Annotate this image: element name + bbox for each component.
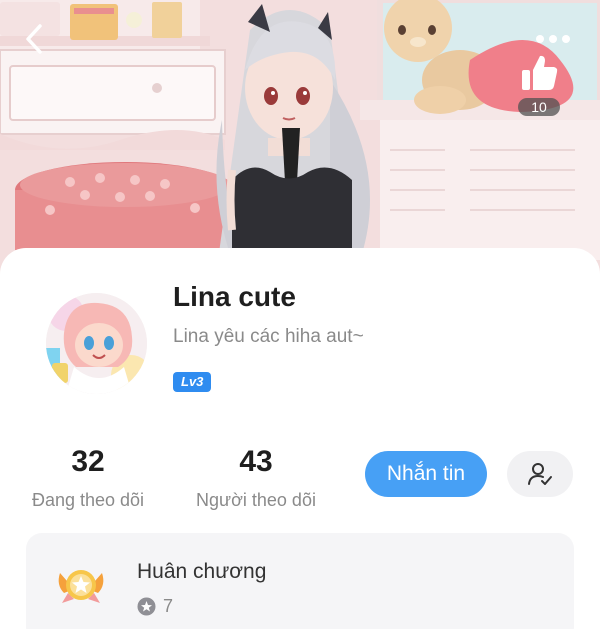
profile-name: Lina cute — [173, 281, 296, 312]
following-stat[interactable]: 32 Đang theo dõi — [0, 444, 178, 511]
avatar[interactable] — [46, 293, 147, 394]
star-badge-icon — [137, 597, 156, 616]
medal-title: Huân chương — [137, 560, 267, 583]
following-count: 32 — [71, 445, 105, 478]
followers-label: Người theo dõi — [196, 490, 316, 510]
banner-illustration — [0, 0, 600, 290]
more-dots-icon — [536, 35, 570, 43]
medal-icon — [58, 570, 104, 603]
following-label: Đang theo dõi — [31, 490, 145, 510]
more-button[interactable] — [530, 28, 576, 50]
chevron-left-icon — [26, 24, 42, 54]
medal-card[interactable]: Huân chương 7 — [26, 533, 574, 629]
medal-count: 7 — [163, 596, 174, 616]
followers-count: 43 — [239, 445, 273, 478]
medal-count-row: 7 — [137, 596, 173, 617]
message-button[interactable]: Nhắn tin — [365, 451, 487, 497]
level-badge: Lv3 — [173, 372, 212, 392]
avatar-image — [46, 293, 147, 394]
user-check-icon — [528, 463, 552, 485]
follow-status-button[interactable] — [507, 451, 573, 497]
profile-banner: 10 — [0, 0, 600, 290]
like-count: 10 — [518, 98, 560, 116]
thumbs-up-icon — [522, 55, 558, 90]
back-button[interactable] — [20, 22, 50, 56]
followers-stat[interactable]: 43 Người theo dõi — [166, 444, 346, 511]
like-button[interactable]: 10 — [512, 52, 566, 124]
profile-bio: Lina yêu các hiha aut~ — [173, 326, 364, 347]
